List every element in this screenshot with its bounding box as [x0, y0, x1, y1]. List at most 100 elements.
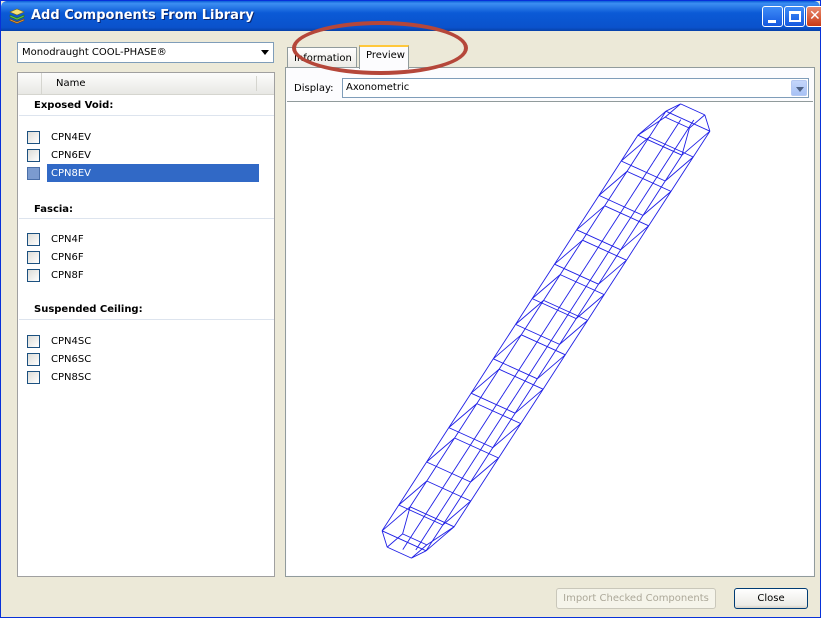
item-checkbox[interactable] [27, 167, 40, 180]
wire-rail [608, 196, 632, 232]
item-checkbox[interactable] [27, 269, 40, 282]
item-checkbox[interactable] [27, 371, 40, 384]
tree-header: Name [18, 73, 274, 95]
item-checkbox[interactable] [27, 149, 40, 162]
wire-edge [402, 506, 411, 535]
item-label: CPN6F [51, 252, 84, 263]
wire-section [642, 191, 672, 216]
group-title: Exposed Void: [34, 100, 114, 111]
wire-section [626, 170, 672, 192]
wire-edge [409, 480, 428, 508]
display-select-value: Axonometric [346, 82, 410, 93]
wire-edge [426, 437, 455, 482]
wire-rail [480, 394, 504, 430]
tab-information[interactable]: Information [287, 47, 357, 68]
wire-edge [381, 504, 400, 532]
wire-edge [515, 298, 533, 325]
list-item[interactable]: CPN4SC [25, 332, 259, 350]
wire-edge [626, 225, 650, 261]
list-item-selected[interactable]: CPN8EV [25, 164, 259, 182]
wire-section [470, 457, 499, 483]
wire-edge [498, 334, 522, 370]
tab-preview[interactable]: Preview [359, 45, 409, 69]
item-checkbox[interactable] [27, 131, 40, 144]
wire-edge [470, 447, 494, 483]
item-checkbox[interactable] [27, 335, 40, 348]
display-select[interactable]: Axonometric [342, 78, 809, 98]
wire-edge [448, 392, 472, 428]
library-select[interactable]: Monodraught COOL-PHASE® [17, 42, 274, 63]
wire-edge [542, 354, 566, 390]
wire-section [575, 294, 605, 319]
wire-section [521, 334, 566, 356]
close-button[interactable]: Close [734, 588, 808, 609]
item-label: CPN4EV [51, 132, 92, 143]
wire-edge [454, 403, 478, 439]
wire-edge [492, 324, 516, 360]
wire-edge [476, 368, 500, 404]
close-window-button[interactable]: ✕ [806, 6, 821, 27]
wire-edge [587, 294, 605, 321]
wire-edge [536, 344, 560, 380]
wire-section [470, 368, 500, 394]
component-tree[interactable]: Name Exposed Void: CPN4EV CPN6EV CPN8EV … [17, 72, 275, 577]
item-checkbox[interactable] [27, 251, 40, 264]
group-divider [19, 115, 274, 116]
list-item[interactable]: CPN8SC [25, 368, 259, 386]
wire-edge [664, 154, 683, 182]
name-column-header[interactable]: Name [56, 78, 86, 89]
column-divider[interactable] [256, 76, 257, 91]
wire-section [582, 239, 627, 261]
list-item[interactable]: CPN6EV [25, 146, 259, 164]
list-item[interactable]: CPN6F [25, 248, 259, 266]
wire-section [448, 403, 478, 428]
wire-edge [603, 259, 627, 295]
wire-section [442, 500, 472, 526]
window-title: Add Components From Library [31, 8, 254, 23]
item-label: CPN8F [51, 270, 84, 281]
wire-edge [559, 239, 583, 275]
checkbox-column-header[interactable] [18, 73, 42, 94]
wire-edge [520, 300, 544, 336]
list-item[interactable]: CPN8F [25, 266, 259, 284]
wire-edge [604, 171, 628, 207]
wire-edge [648, 110, 667, 138]
wire-edge [576, 195, 600, 231]
minimize-button[interactable] [762, 6, 783, 27]
preview-canvas[interactable] [287, 101, 813, 575]
wire-section [554, 239, 583, 265]
wire-edge [453, 500, 472, 528]
dropdown-button[interactable] [791, 80, 807, 96]
maximize-icon [789, 11, 801, 22]
item-label: CPN4F [51, 234, 84, 245]
item-label: CPN8EV [47, 164, 259, 182]
item-checkbox[interactable] [27, 353, 40, 366]
list-item[interactable]: CPN6SC [25, 350, 259, 368]
wire-edge [470, 457, 499, 502]
wire-edge [498, 423, 522, 459]
wire-section [493, 334, 522, 360]
group-divider [19, 319, 274, 320]
preview-panel: Display: Axonometric [285, 67, 815, 577]
import-checked-components-button[interactable]: Import Checked Components [556, 588, 716, 609]
list-item[interactable]: CPN4EV [25, 128, 259, 146]
wire-edge [637, 116, 666, 136]
wire-section [689, 114, 706, 129]
item-checkbox[interactable] [27, 233, 40, 246]
wire-section [386, 533, 403, 548]
wire-section [425, 526, 455, 552]
wire-edge [642, 180, 666, 216]
wire-rail [652, 136, 671, 163]
wire-section [387, 546, 412, 559]
wire-section [514, 388, 544, 414]
list-item[interactable]: CPN4F [25, 230, 259, 248]
wire-edge [398, 461, 427, 506]
title-bar[interactable]: Add Components From Library ✕ [1, 1, 821, 31]
wire-section [531, 274, 561, 299]
wire-edge [648, 191, 672, 227]
wire-edge [620, 134, 639, 162]
chevron-down-icon[interactable] [261, 50, 269, 55]
maximize-button[interactable] [784, 6, 805, 27]
wire-edge [425, 524, 444, 552]
wire-rail [630, 162, 654, 198]
